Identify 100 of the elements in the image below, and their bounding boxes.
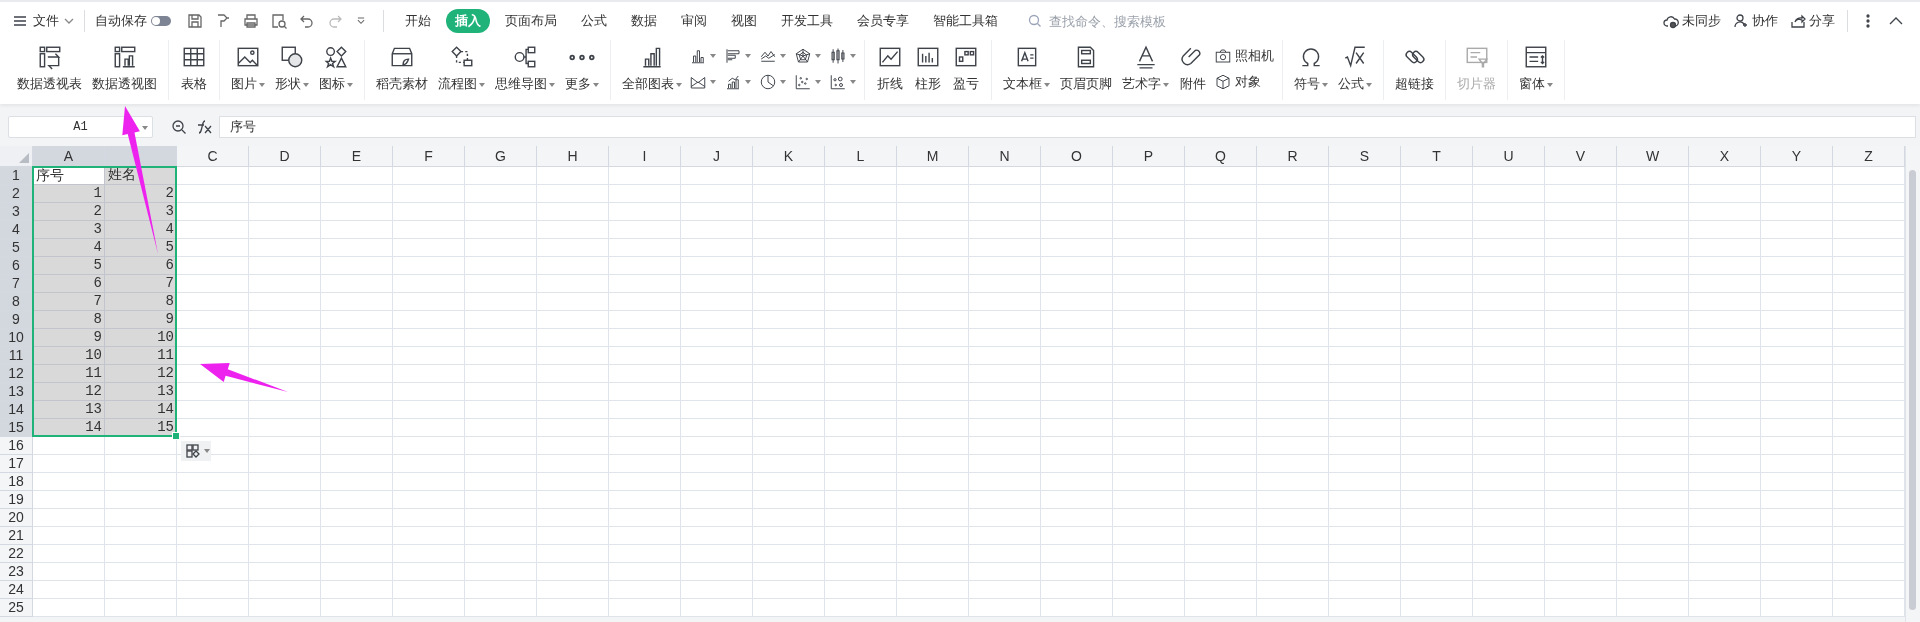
column-header[interactable]: I xyxy=(609,146,681,167)
row-header[interactable]: 23 xyxy=(0,563,33,581)
column-header[interactable]: G xyxy=(465,146,537,167)
column-header[interactable]: U xyxy=(1473,146,1545,167)
column-header[interactable]: D xyxy=(249,146,321,167)
column-header[interactable]: L xyxy=(825,146,897,167)
camera-button[interactable]: 照相机 xyxy=(1214,43,1274,69)
row-header[interactable]: 4 xyxy=(0,221,33,239)
column-header[interactable]: K xyxy=(753,146,825,167)
name-box[interactable]: A1 xyxy=(8,116,153,138)
column-header[interactable]: W xyxy=(1617,146,1689,167)
table-cell-text: 7 xyxy=(92,293,103,311)
column-header[interactable]: X xyxy=(1689,146,1761,167)
insert-flowchart-button[interactable]: 流程图 xyxy=(435,40,488,100)
column-header[interactable]: Q xyxy=(1185,146,1257,167)
search-field[interactable]: 查找命令、搜索模板 xyxy=(1027,12,1217,30)
print-preview-icon[interactable] xyxy=(270,12,288,30)
row-header[interactable]: 2 xyxy=(0,185,33,203)
column-header[interactable]: E xyxy=(321,146,393,167)
ribbon-tab[interactable]: 视图 xyxy=(722,9,766,33)
column-header[interactable]: A xyxy=(33,146,105,167)
column-header[interactable]: H xyxy=(537,146,609,167)
ribbon-tab[interactable]: 开发工具 xyxy=(772,9,842,33)
row-header[interactable]: 6 xyxy=(0,257,33,275)
insert-image-button[interactable]: 图片 xyxy=(228,40,268,100)
save-icon[interactable] xyxy=(186,12,204,30)
row-header[interactable]: 1 xyxy=(0,167,33,185)
insert-storefront-button[interactable]: 稻壳素材 xyxy=(373,40,431,100)
column-header[interactable]: V xyxy=(1545,146,1617,167)
column-header[interactable]: Y xyxy=(1761,146,1833,167)
row-header[interactable]: 18 xyxy=(0,473,33,491)
column-header[interactable]: J xyxy=(681,146,753,167)
row-header[interactable]: 20 xyxy=(0,509,33,527)
insert-more-button[interactable]: 更多 xyxy=(562,40,602,100)
insert-shapes-button[interactable]: 形状 xyxy=(272,40,312,100)
ribbon-tab[interactable]: 页面布局 xyxy=(496,9,566,33)
insert-square-root-button[interactable]: 公式 xyxy=(1335,40,1375,100)
insert-mind-map-button[interactable]: 思维导图 xyxy=(492,40,558,100)
file-menu[interactable]: 文件 xyxy=(12,12,74,30)
row-header[interactable]: 9 xyxy=(0,311,33,329)
insert-paperclip-button[interactable]: 附件 xyxy=(1176,40,1210,100)
row-header[interactable]: 14 xyxy=(0,401,33,419)
column-header[interactable]: F xyxy=(393,146,465,167)
column-header[interactable]: C xyxy=(177,146,249,167)
row-header[interactable]: 8 xyxy=(0,293,33,311)
row-header[interactable]: 13 xyxy=(0,383,33,401)
formula-field[interactable]: 序号 xyxy=(219,116,1916,138)
row-header[interactable]: 7 xyxy=(0,275,33,293)
column-header[interactable]: O xyxy=(1041,146,1113,167)
insert-line-chart-button[interactable]: 折线 xyxy=(873,40,907,100)
print-icon[interactable] xyxy=(242,12,260,30)
insert-text-box-button[interactable]: 文本框 xyxy=(1000,40,1053,100)
row-header[interactable]: 12 xyxy=(0,365,33,383)
zoom-icon[interactable] xyxy=(171,119,187,135)
paste-options-button[interactable] xyxy=(181,441,211,461)
autosave-toggle[interactable] xyxy=(151,16,171,26)
row-header[interactable]: 24 xyxy=(0,581,33,599)
collaborate-button[interactable]: 协作 xyxy=(1733,12,1778,30)
ribbon-tab[interactable]: 开始 xyxy=(396,9,440,33)
insert-letter-a-button[interactable]: 艺术字 xyxy=(1119,40,1172,100)
insert-pivot-chart-button[interactable]: 数据透视图 xyxy=(89,40,160,100)
row-header[interactable]: 22 xyxy=(0,545,33,563)
ribbon-tab[interactable]: 公式 xyxy=(572,9,616,33)
insert-page-button[interactable]: 页眉页脚 xyxy=(1057,40,1115,100)
row-header[interactable]: 25 xyxy=(0,599,33,617)
column-header[interactable]: R xyxy=(1257,146,1329,167)
share-button[interactable]: 分享 xyxy=(1790,12,1835,30)
row-header[interactable]: 17 xyxy=(0,455,33,473)
column-header[interactable]: T xyxy=(1401,146,1473,167)
insert-form-button[interactable]: 窗体 xyxy=(1516,40,1556,100)
column-header[interactable]: S xyxy=(1329,146,1401,167)
ribbon-tab[interactable]: 审阅 xyxy=(672,9,716,33)
column-header[interactable]: Z xyxy=(1833,146,1905,167)
row-header[interactable]: 15 xyxy=(0,419,33,437)
ribbon-tab[interactable]: 数据 xyxy=(622,9,666,33)
row-header[interactable]: 16 xyxy=(0,437,33,455)
row-header[interactable]: 11 xyxy=(0,347,33,365)
row-header[interactable]: 21 xyxy=(0,527,33,545)
vertical-scrollbar[interactable] xyxy=(1905,146,1920,622)
table-cell-text: 10 xyxy=(156,329,175,347)
insert-shapes-button[interactable]: 图标 xyxy=(316,40,356,100)
insert-bar-chart-button[interactable]: 全部图表 xyxy=(619,40,685,100)
row-header[interactable]: 3 xyxy=(0,203,33,221)
row-header[interactable]: 19 xyxy=(0,491,33,509)
sync-button[interactable]: 未同步 xyxy=(1663,12,1721,30)
insert-pivot-table-button[interactable]: 数据透视表 xyxy=(14,40,85,100)
column-header[interactable]: P xyxy=(1113,146,1185,167)
ribbon-tab[interactable]: 会员专享 xyxy=(848,9,918,33)
column-header[interactable]: M xyxy=(897,146,969,167)
insert-omega-button[interactable]: 符号 xyxy=(1291,40,1331,100)
row-header[interactable]: 5 xyxy=(0,239,33,257)
cube-button[interactable]: 对象 xyxy=(1214,69,1274,95)
insert-column-chart-button[interactable]: 柱形 xyxy=(911,40,945,100)
insert-table-button[interactable]: 表格 xyxy=(177,40,211,100)
insert-win-loss-button[interactable]: 盈亏 xyxy=(949,40,983,100)
ribbon-tab[interactable]: 智能工具箱 xyxy=(924,9,1007,33)
row-header[interactable]: 10 xyxy=(0,329,33,347)
function-icon[interactable] xyxy=(195,119,213,135)
insert-link-button[interactable]: 超链接 xyxy=(1392,40,1437,100)
column-header[interactable]: N xyxy=(969,146,1041,167)
